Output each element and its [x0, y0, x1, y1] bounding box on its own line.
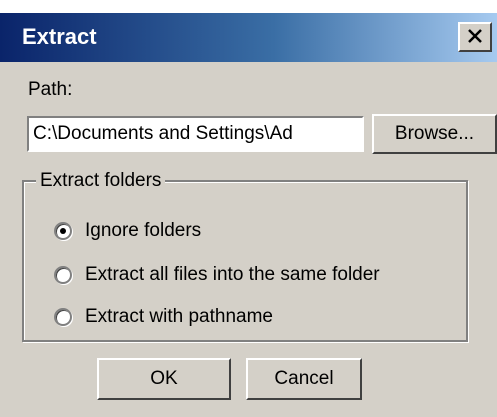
window-title: Extract	[22, 24, 97, 49]
radio-ignore-folders[interactable]: Ignore folders	[54, 218, 201, 244]
close-button[interactable]	[458, 22, 492, 52]
extract-folders-group: Extract folders Ignore folders Extract a…	[22, 169, 468, 342]
title-bar[interactable]: Extract	[0, 13, 497, 62]
radio-dot-icon	[60, 228, 66, 234]
radio-label[interactable]: Extract all files into the same folder	[85, 263, 380, 287]
radio-button-selected[interactable]	[54, 222, 72, 240]
dialog-body: Path: Browse... Extract folders Ignore f…	[0, 62, 497, 417]
radio-extract-same-folder[interactable]: Extract all files into the same folder	[54, 262, 380, 288]
extract-folders-legend: Extract folders	[36, 169, 166, 193]
radio-label[interactable]: Ignore folders	[85, 219, 201, 243]
extract-dialog: Extract Path: Browse... Extract folders …	[0, 0, 497, 417]
close-icon	[468, 29, 482, 43]
path-label: Path:	[28, 79, 73, 100]
ok-button[interactable]: OK	[97, 358, 231, 400]
cancel-button[interactable]: Cancel	[246, 358, 362, 400]
radio-label[interactable]: Extract with pathname	[85, 305, 273, 329]
radio-button[interactable]	[54, 266, 72, 284]
browse-button[interactable]: Browse...	[372, 114, 497, 154]
radio-button[interactable]	[54, 308, 72, 326]
path-input[interactable]	[27, 116, 364, 152]
radio-extract-with-pathname[interactable]: Extract with pathname	[54, 304, 273, 330]
